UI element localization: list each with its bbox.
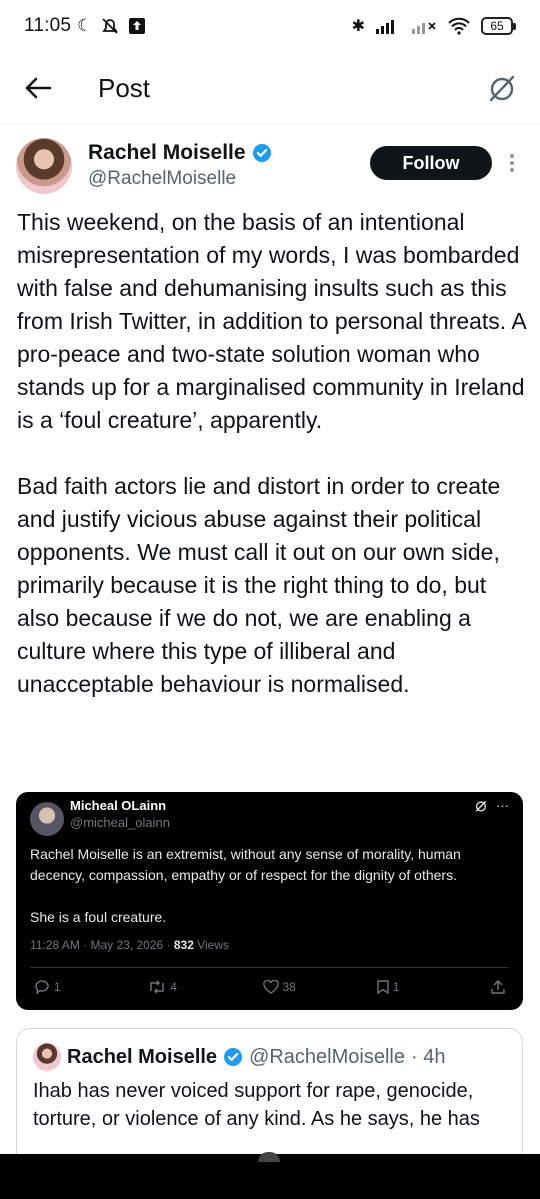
moon-icon: ☾ xyxy=(77,16,93,35)
image-avatar xyxy=(30,802,64,836)
notifications-off-icon xyxy=(102,18,119,34)
header-divider xyxy=(0,124,540,125)
system-nav-bar xyxy=(0,1152,540,1199)
status-right-icons: ✱ 65 xyxy=(352,16,516,36)
image-grok-icon xyxy=(475,800,487,812)
more-options-icon[interactable] xyxy=(500,146,524,180)
repost-count: 4 xyxy=(170,980,177,994)
battery-level: 65 xyxy=(481,17,513,35)
signal-icon xyxy=(376,20,394,34)
upload-icon xyxy=(129,18,146,34)
battery-icon: 65 xyxy=(481,17,516,35)
top-bar: Post xyxy=(0,60,540,116)
repost-icon xyxy=(150,980,164,994)
quoted-author-name: Rachel Moiselle xyxy=(67,1045,218,1068)
image-more-icon: ··· xyxy=(496,798,509,813)
signal-2-icon xyxy=(412,22,436,34)
bookmark-count: 1 xyxy=(392,980,400,994)
image-divider xyxy=(30,967,509,968)
like-count: 38 xyxy=(282,980,296,994)
quoted-avatar xyxy=(33,1043,61,1071)
status-time: 11:05 xyxy=(24,15,72,36)
avatar[interactable] xyxy=(16,138,72,194)
reply-icon xyxy=(35,980,49,994)
arrow-left-icon[interactable] xyxy=(22,72,54,104)
quoted-tweet-card[interactable]: Rachel Moiselle @RachelMoiselle · 4h Iha… xyxy=(16,1028,523,1168)
reply-count: 1 xyxy=(54,980,61,994)
image-post-header: Micheal OLainn @micheal_olainn ··· xyxy=(30,798,509,836)
tweet-text: This weekend, on the basis of an intenti… xyxy=(17,209,526,697)
verified-badge-icon xyxy=(252,144,271,162)
author-name[interactable]: Rachel Moiselle xyxy=(88,141,246,165)
image-post-meta: 11:28 AM · May 23, 2026 · 832 Views xyxy=(30,938,230,952)
wifi-icon xyxy=(448,17,470,35)
status-bar: 11:05 ☾ ✱ 65 xyxy=(0,0,540,52)
like-icon xyxy=(262,980,279,994)
bluetooth-icon: ✱ xyxy=(351,18,365,35)
image-action-bar: 1 4 38 1 xyxy=(34,980,505,994)
follow-button[interactable]: Follow xyxy=(370,146,492,180)
image-post-text: Rachel Moiselle is an extremist, without… xyxy=(30,846,461,925)
status-left-icons: ☾ xyxy=(77,16,146,36)
quoted-tweet-header: Rachel Moiselle @RachelMoiselle · 4h xyxy=(33,1043,445,1071)
share-icon xyxy=(491,980,505,994)
grok-icon[interactable] xyxy=(486,72,518,104)
image-author-name: Micheal OLainn xyxy=(70,798,167,813)
page-title: Post xyxy=(98,72,151,103)
home-indicator[interactable] xyxy=(258,1152,280,1162)
author-handle[interactable]: @RachelMoiselle xyxy=(88,168,272,190)
quoted-author-handle: @RachelMoiselle xyxy=(249,1045,405,1068)
quoted-time: · 4h xyxy=(410,1045,446,1068)
author-row: Rachel Moiselle @RachelMoiselle Follow xyxy=(16,138,524,198)
quoted-tweet-text: Ihab has never voiced support for rape, … xyxy=(33,1080,480,1130)
bookmark-icon xyxy=(377,980,389,994)
attached-image[interactable]: Micheal OLainn @micheal_olainn ··· Rache… xyxy=(16,792,523,1010)
author-info: Rachel Moiselle @RachelMoiselle xyxy=(88,141,272,190)
quoted-verified-badge-icon xyxy=(224,1048,243,1066)
image-author-handle: @micheal_olainn xyxy=(70,815,170,830)
